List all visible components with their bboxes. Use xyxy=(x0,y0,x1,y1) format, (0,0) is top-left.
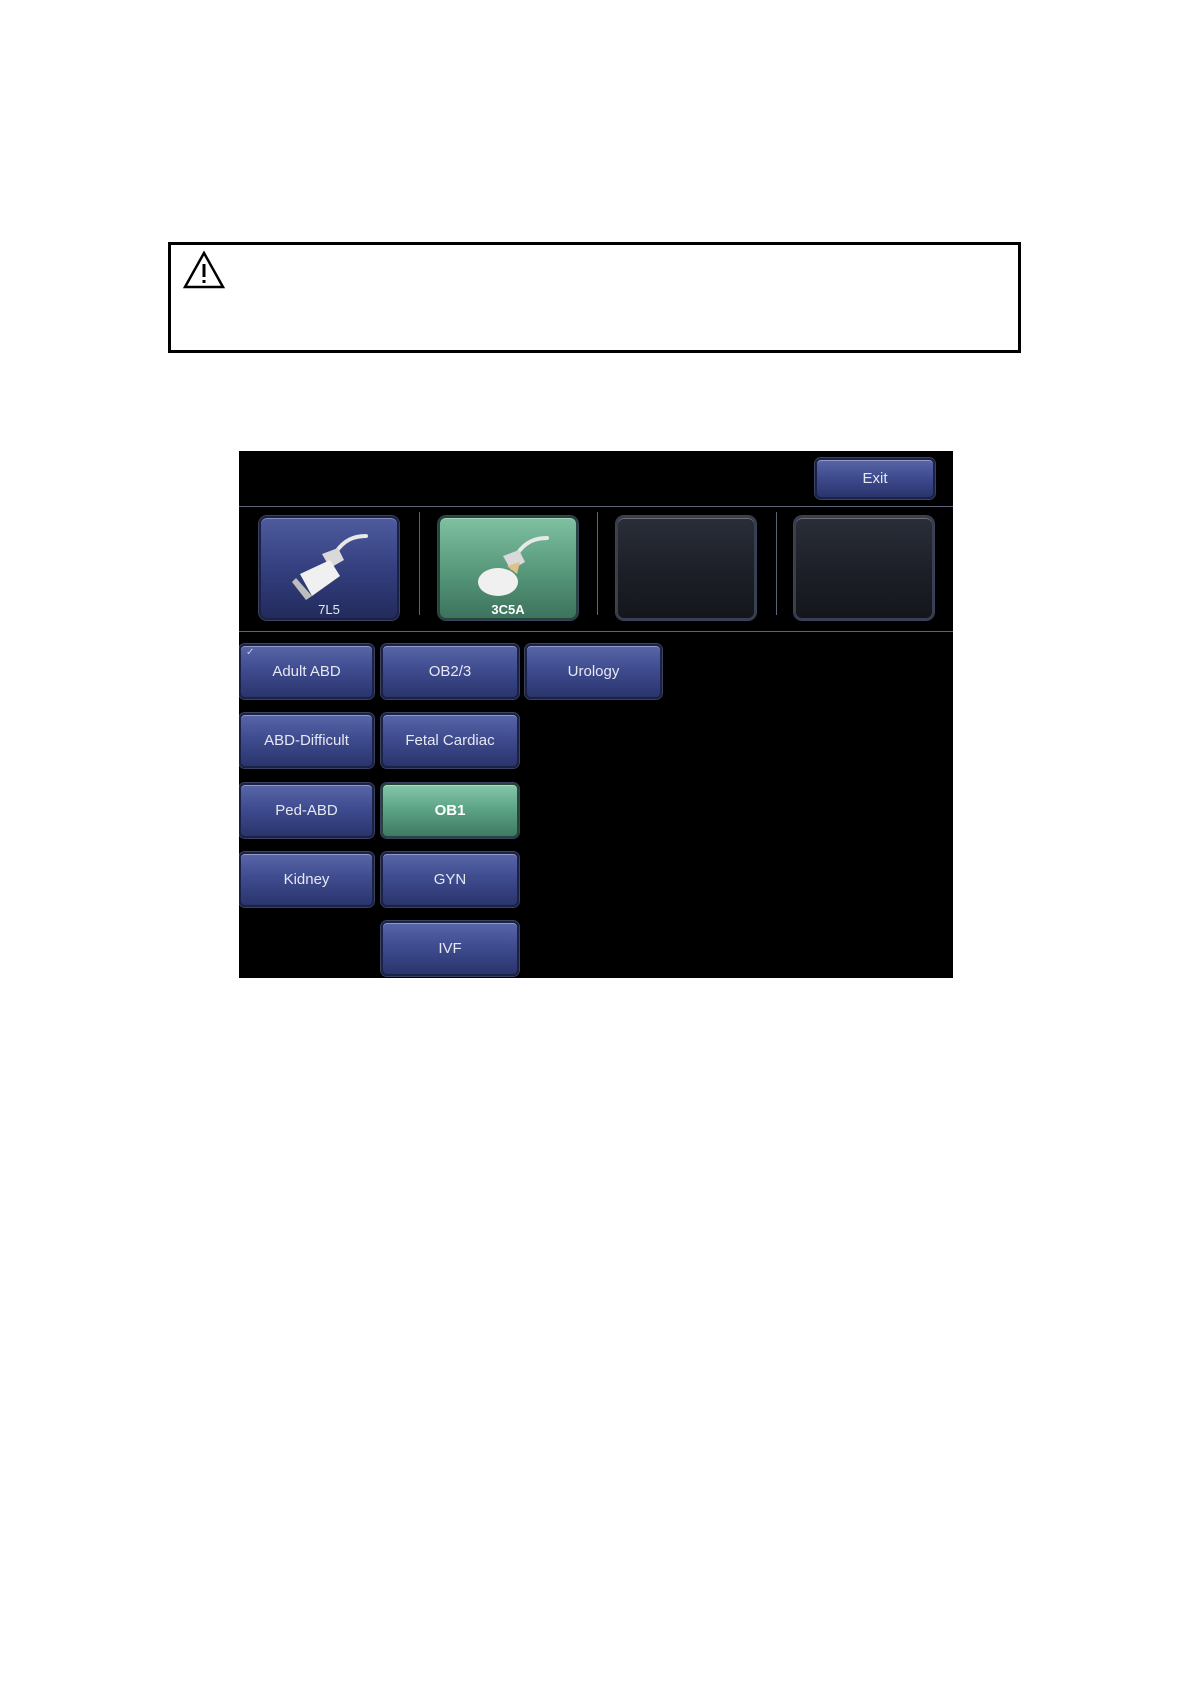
probe-separator xyxy=(776,512,777,615)
exam-label: Urology xyxy=(567,663,620,680)
linear-probe-icon xyxy=(292,534,368,600)
exam-button-ob23[interactable]: OB2/3 xyxy=(381,644,519,699)
probe-separator xyxy=(597,512,598,615)
exam-label: Adult ABD xyxy=(272,663,341,680)
probe-slot-empty[interactable] xyxy=(794,516,934,620)
exam-label: GYN xyxy=(433,871,467,888)
exam-button-ivf[interactable]: IVF xyxy=(381,921,519,976)
probe-slot-3c5a[interactable]: 3C5A xyxy=(438,516,578,620)
exam-label: Fetal Cardiac xyxy=(405,732,495,749)
exam-label: ABD-Difficult xyxy=(264,732,349,749)
checkmark-icon: ✓ xyxy=(246,647,255,658)
exam-label: Kidney xyxy=(283,871,330,888)
exam-label: OB2/3 xyxy=(428,663,472,680)
probe-exam-selection-screen: Exit 7L5 3C5A ✓ Adult ABD ABD-Difficult xyxy=(239,451,953,978)
exam-button-fetal-cardiac[interactable]: Fetal Cardiac xyxy=(381,713,519,768)
exam-button-ped-abd[interactable]: Ped-ABD xyxy=(239,783,374,838)
exam-button-abd-difficult[interactable]: ABD-Difficult xyxy=(239,713,374,768)
probe-label: 7L5 xyxy=(318,602,340,617)
exit-button-label: Exit xyxy=(862,470,888,487)
divider-bottom xyxy=(239,631,953,632)
probe-slot-empty[interactable] xyxy=(616,516,756,620)
exam-button-urology[interactable]: Urology xyxy=(525,644,662,699)
warning-box xyxy=(168,242,1021,353)
exam-button-gyn[interactable]: GYN xyxy=(381,852,519,907)
exam-button-adult-abd[interactable]: ✓ Adult ABD xyxy=(239,644,374,699)
exam-label: IVF xyxy=(438,940,462,957)
probe-separator xyxy=(419,512,420,615)
exam-label: Ped-ABD xyxy=(275,802,338,819)
probe-slot-7l5[interactable]: 7L5 xyxy=(259,516,399,620)
exit-button[interactable]: Exit xyxy=(815,458,935,499)
exam-button-kidney[interactable]: Kidney xyxy=(239,852,374,907)
warning-triangle-icon xyxy=(182,250,226,289)
divider-top xyxy=(239,506,953,507)
exam-button-ob1[interactable]: OB1 xyxy=(381,783,519,838)
probe-label: 3C5A xyxy=(491,602,525,617)
exam-label: OB1 xyxy=(434,802,466,819)
convex-probe-icon xyxy=(478,536,549,596)
